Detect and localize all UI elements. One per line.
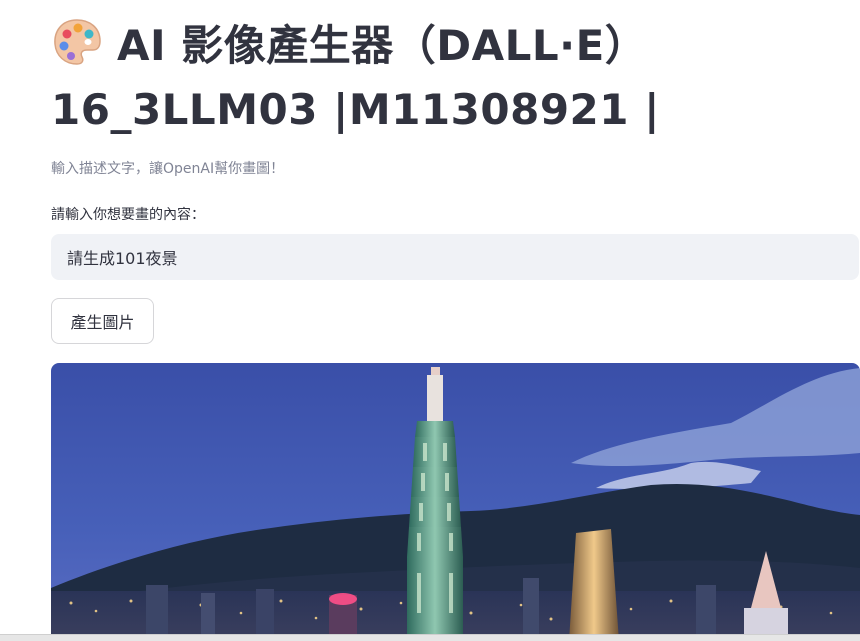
page-subtitle: 輸入描述文字，讓OpenAI幫你畫圖！ (51, 161, 285, 177)
generated-image (51, 363, 860, 641)
generate-image-button[interactable]: 產生圖片 (51, 298, 154, 344)
main-content: AI 影像產生器（DALL·E） 16_3LLM03 |M11308921 | … (51, 0, 860, 641)
window-bottom-edge (0, 634, 860, 641)
page-title-line2: 16_3LLM03 |M11308921 | (51, 85, 660, 134)
page-title: AI 影像產生器（DALL·E） 16_3LLM03 |M11308921 | (51, 14, 860, 142)
prompt-label: 請輸入你想要畫的內容： (51, 207, 205, 223)
page-title-line1: AI 影像產生器（DALL·E） (117, 21, 648, 70)
prompt-input[interactable] (51, 234, 859, 280)
artist-palette-icon (51, 16, 103, 68)
